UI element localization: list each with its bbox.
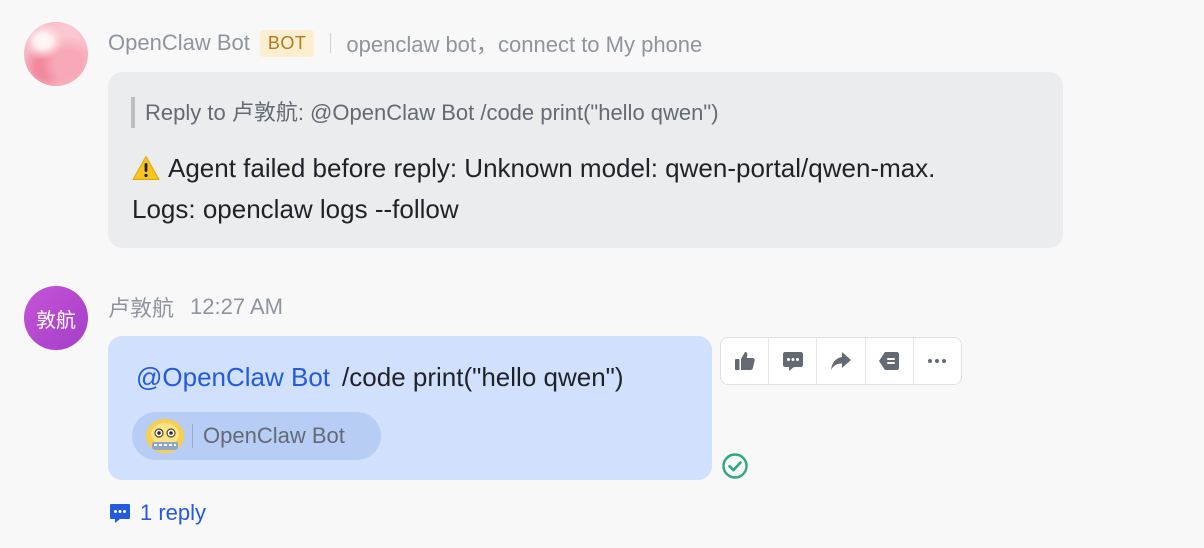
more-button[interactable] [914, 338, 961, 384]
bot-avatar[interactable] [24, 22, 88, 86]
reply-count: 1 reply [140, 500, 207, 525]
thumbs-up-icon [733, 349, 757, 373]
error-line-2: Logs: openclaw logs --follow [132, 194, 459, 224]
chip-divider [192, 424, 193, 448]
error-text: Agent failed before reply: Unknown model… [168, 153, 936, 183]
mention-link[interactable]: @OpenClaw Bot [136, 362, 330, 392]
more-icon [925, 349, 949, 373]
thread-reply-icon [108, 501, 132, 525]
user-avatar[interactable]: 敦航 [24, 286, 88, 350]
comment-icon [781, 349, 805, 373]
reply-quote[interactable]: Reply to 卢敦航: @OpenClaw Bot /code print(… [131, 97, 719, 128]
message-action-toolbar [720, 337, 962, 385]
bot-chip-label: OpenClaw Bot [203, 423, 345, 448]
forward-button[interactable] [817, 338, 866, 384]
message-header: 卢敦航 12:27 AM [108, 292, 283, 322]
header-divider [330, 33, 332, 53]
thread-reply-link[interactable]: 1 reply [108, 498, 206, 528]
message-header: OpenClaw Bot BOT openclaw bot，connect to… [108, 28, 702, 58]
quote-reply-icon [877, 349, 901, 373]
bot-badge: BOT [259, 29, 315, 57]
message-text: /code print("hello qwen") [342, 362, 624, 392]
sender-name[interactable]: 卢敦航 [108, 291, 174, 323]
quote-reply-button[interactable] [866, 338, 914, 384]
warning-icon [132, 155, 160, 181]
bot-description: openclaw bot，connect to My phone [346, 32, 703, 57]
bot-chip[interactable]: OpenClaw Bot [132, 412, 381, 460]
thumbs-up-button[interactable] [721, 338, 770, 384]
comment-button[interactable] [769, 338, 818, 384]
check-circle-icon [721, 452, 749, 480]
message-timestamp: 12:27 AM [190, 294, 283, 319]
bot-mascot-icon [146, 419, 184, 453]
error-line-1: Agent failed before reply: Unknown model… [132, 152, 935, 184]
message-content: @OpenClaw Bot/code print("hello qwen") [136, 360, 624, 394]
sender-name[interactable]: OpenClaw Bot [108, 30, 250, 56]
forward-icon [829, 349, 853, 373]
